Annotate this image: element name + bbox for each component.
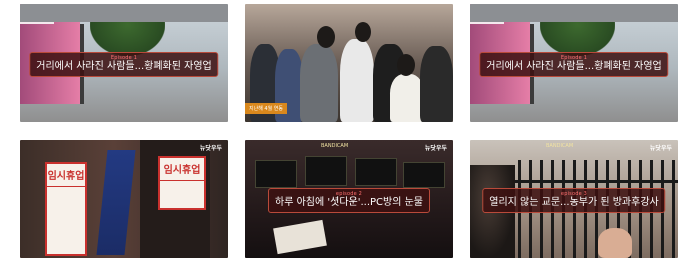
recorder-watermark: BANDICAM <box>546 143 574 149</box>
caption-box: episode 3 열리지 않는 교문...농부가 된 방과후강사 <box>482 188 666 213</box>
caption-box: Episode 1 거리에서 사라진 사람들...황폐화된 자영업 <box>29 52 219 77</box>
caption-text: 열리지 않는 교문...농부가 된 방과후강사 <box>489 197 659 208</box>
crowd-head <box>317 26 335 48</box>
closed-notice: 임시휴업 <box>158 156 206 210</box>
crowd-person <box>420 46 453 122</box>
gate-rail <box>510 180 678 183</box>
video-thumbnail-3[interactable]: Episode 1 거리에서 사라진 사람들...황폐화된 자영업 <box>470 4 678 122</box>
closed-notice: 임시휴업 <box>45 162 87 256</box>
street-road <box>470 4 678 22</box>
pc-monitor <box>255 160 297 188</box>
date-badge: 지난해 4월 연동 <box>245 103 287 114</box>
crowd-head <box>397 54 415 76</box>
channel-logo: 뉴닷우두 <box>649 145 672 152</box>
caption-text: 거리에서 사라진 사람들...황폐화된 자영업 <box>36 61 212 72</box>
notice-title: 임시휴업 <box>160 158 204 181</box>
video-thumbnail-1[interactable]: Episode 1 거리에서 사라진 사람들...황폐화된 자영업 <box>20 4 228 122</box>
crowd-person <box>340 39 374 122</box>
crowd-person <box>390 74 424 122</box>
crowd-head <box>355 22 371 42</box>
video-thumbnail-5[interactable]: BANDICAM 뉴닷우두 episode 2 하루 아침에 '셧다운'...P… <box>245 140 453 258</box>
crowd-person <box>300 44 338 122</box>
caption-text: 하루 아침에 '셧다운'...PC방의 눈물 <box>275 197 423 208</box>
hand-on-gate <box>598 228 632 258</box>
channel-logo: 뉴닷우두 <box>424 145 447 152</box>
caption-text: 거리에서 사라진 사람들...황폐화된 자영업 <box>486 61 662 72</box>
channel-logo: 뉴닷우두 <box>199 145 222 152</box>
pc-monitor <box>403 162 445 188</box>
pc-monitor <box>355 158 397 186</box>
recorder-watermark: BANDICAM <box>321 143 349 149</box>
video-thumbnail-6[interactable]: BANDICAM 뉴닷우두 episode 3 열리지 않는 교문...농부가 … <box>470 140 678 258</box>
video-thumbnail-4[interactable]: 임시휴업 임시휴업 뉴닷우두 <box>20 140 228 258</box>
street-road <box>20 4 228 22</box>
caption-box: Episode 1 거리에서 사라진 사람들...황폐화된 자영업 <box>479 52 669 77</box>
notice-title: 임시휴업 <box>47 164 85 187</box>
caption-box: episode 2 하루 아침에 '셧다운'...PC방의 눈물 <box>268 188 430 213</box>
pc-monitor <box>305 156 347 186</box>
video-thumbnail-2[interactable]: 지난해 4월 연동 <box>245 4 453 122</box>
